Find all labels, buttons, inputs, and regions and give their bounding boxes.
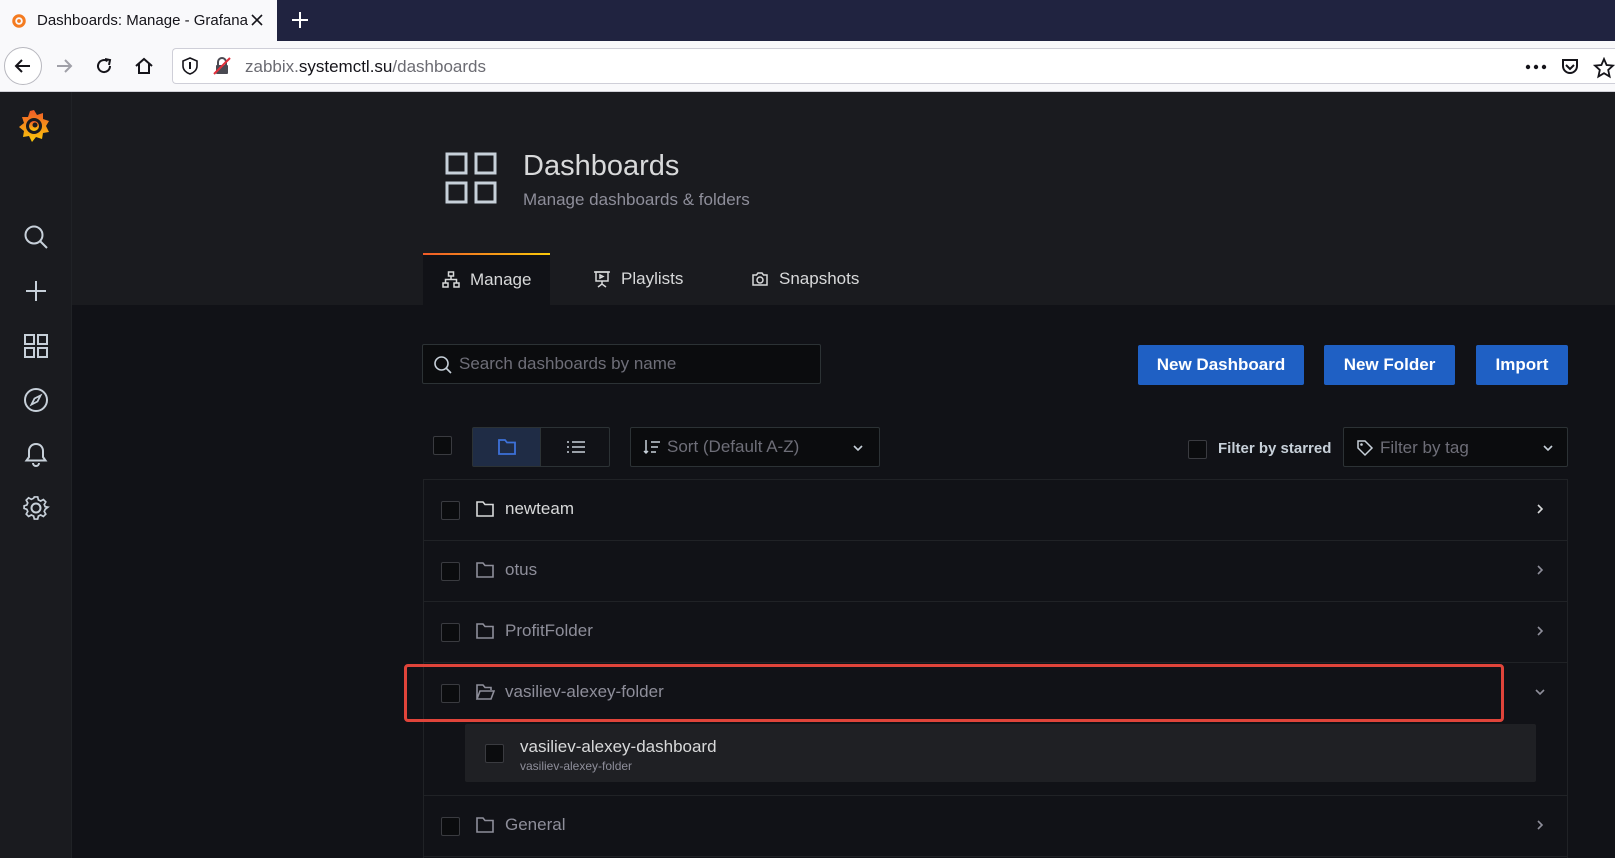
sort-icon xyxy=(643,440,660,455)
tab-playlists-label: Playlists xyxy=(621,269,684,288)
tab-snapshots-label: Snapshots xyxy=(779,269,860,288)
browser-tab-title: Dashboards: Manage - Grafana xyxy=(37,12,248,29)
close-tab-icon[interactable] xyxy=(245,8,269,32)
view-mode-toggle xyxy=(472,427,610,467)
url-bar[interactable]: zabbix.systemctl.su/dashboards xyxy=(172,48,1615,84)
page-subtitle: Manage dashboards & folders xyxy=(523,190,750,209)
dashboards-header-icon xyxy=(445,152,497,209)
folder-row[interactable]: newteam xyxy=(424,480,1567,541)
dashboard-checkbox[interactable] xyxy=(485,744,504,763)
folder-row[interactable]: otus xyxy=(424,541,1567,602)
chevron-right-icon xyxy=(1537,565,1544,575)
folder-title: otus xyxy=(505,560,538,579)
dashboard-title[interactable]: vasiliev-alexey-dashboard xyxy=(520,737,717,757)
url-subdomain: zabbix. xyxy=(245,57,299,76)
select-all-checkbox[interactable] xyxy=(433,436,452,455)
dashboard-item[interactable]: vasiliev-alexey-dashboard vasiliev-alexe… xyxy=(465,724,1536,782)
folder-row[interactable]: General xyxy=(424,796,1567,857)
chevron-right-icon xyxy=(1537,820,1544,830)
dashboard-folder-label: vasiliev-alexey-folder xyxy=(520,759,633,773)
folder-icon xyxy=(476,817,494,833)
search-field xyxy=(422,344,821,384)
folder-checkbox[interactable] xyxy=(441,501,460,520)
sitemap-icon xyxy=(442,271,460,288)
folder-row[interactable]: ProfitFolder xyxy=(424,602,1567,663)
folder-icon xyxy=(497,439,516,455)
folder-view-button[interactable] xyxy=(473,428,541,466)
new-tab-icon[interactable] xyxy=(286,6,314,34)
bookmark-star-icon[interactable] xyxy=(1592,56,1615,84)
bell-icon[interactable] xyxy=(18,436,54,472)
compass-icon[interactable] xyxy=(18,382,54,418)
folder-icon xyxy=(476,562,494,578)
tab-snapshots[interactable]: Snapshots xyxy=(751,253,859,305)
tab-playlists[interactable]: Playlists xyxy=(593,253,683,305)
chevron-down-icon xyxy=(1543,445,1553,452)
filter-starred-label: Filter by starred xyxy=(1218,440,1332,457)
insecure-lock-icon[interactable] xyxy=(213,57,231,80)
new-folder-button[interactable]: New Folder xyxy=(1324,345,1455,385)
folder-title: newteam xyxy=(505,499,574,518)
pocket-icon[interactable] xyxy=(1560,57,1580,82)
tag-filter-select[interactable]: Filter by tag xyxy=(1343,427,1568,467)
folder-checkbox[interactable] xyxy=(441,623,460,642)
home-icon[interactable] xyxy=(127,49,161,83)
page-title: Dashboards xyxy=(523,150,680,182)
search-input[interactable] xyxy=(459,345,809,383)
grafana-favicon-icon xyxy=(12,13,26,28)
url-text: zabbix.systemctl.su/dashboards xyxy=(245,57,486,77)
search-icon[interactable] xyxy=(18,219,54,255)
presentation-icon xyxy=(594,271,610,288)
url-host: systemctl.su xyxy=(298,57,393,76)
sort-select[interactable]: Sort (Default A-Z) xyxy=(630,427,880,467)
list-view-button[interactable] xyxy=(542,428,610,466)
new-dashboard-button[interactable]: New Dashboard xyxy=(1138,345,1304,385)
folder-icon xyxy=(476,623,494,639)
browser-tab-strip: Dashboards: Manage - Grafana xyxy=(0,0,1615,41)
browser-tab[interactable]: Dashboards: Manage - Grafana xyxy=(0,0,277,41)
shield-icon[interactable] xyxy=(181,57,199,80)
grafana-logo-icon[interactable] xyxy=(14,106,54,146)
url-path: /dashboards xyxy=(392,57,486,76)
camera-icon xyxy=(752,272,768,286)
folder-title: ProfitFolder xyxy=(505,621,593,640)
import-button[interactable]: Import xyxy=(1476,345,1568,385)
search-icon xyxy=(434,356,452,374)
tag-icon xyxy=(1357,440,1374,457)
dashboards-icon[interactable] xyxy=(18,328,54,364)
tab-manage-label: Manage xyxy=(470,270,532,289)
side-menu xyxy=(0,92,72,858)
tab-manage[interactable]: Manage xyxy=(423,253,551,305)
more-actions-icon[interactable] xyxy=(1525,57,1547,82)
browser-toolbar: zabbix.systemctl.su/dashboards xyxy=(0,41,1615,92)
reload-icon[interactable] xyxy=(87,49,121,83)
chevron-down-icon xyxy=(1535,689,1545,696)
forward-arrow-icon[interactable] xyxy=(47,49,81,83)
tag-filter-placeholder: Filter by tag xyxy=(1380,438,1469,457)
annotation-highlight-box xyxy=(404,664,1504,722)
chevron-right-icon xyxy=(1537,504,1544,514)
folder-checkbox[interactable] xyxy=(441,562,460,581)
sort-select-label: Sort (Default A-Z) xyxy=(667,437,800,456)
folder-checkbox[interactable] xyxy=(441,817,460,836)
filter-starred-checkbox[interactable] xyxy=(1188,440,1207,459)
gear-icon[interactable] xyxy=(18,490,54,526)
folder-title: General xyxy=(505,815,566,834)
chevron-right-icon xyxy=(1537,626,1544,636)
folder-icon xyxy=(476,501,494,517)
plus-icon[interactable] xyxy=(18,273,54,309)
chevron-down-icon xyxy=(853,445,863,452)
list-icon xyxy=(567,441,585,453)
back-arrow-icon[interactable] xyxy=(4,47,42,85)
